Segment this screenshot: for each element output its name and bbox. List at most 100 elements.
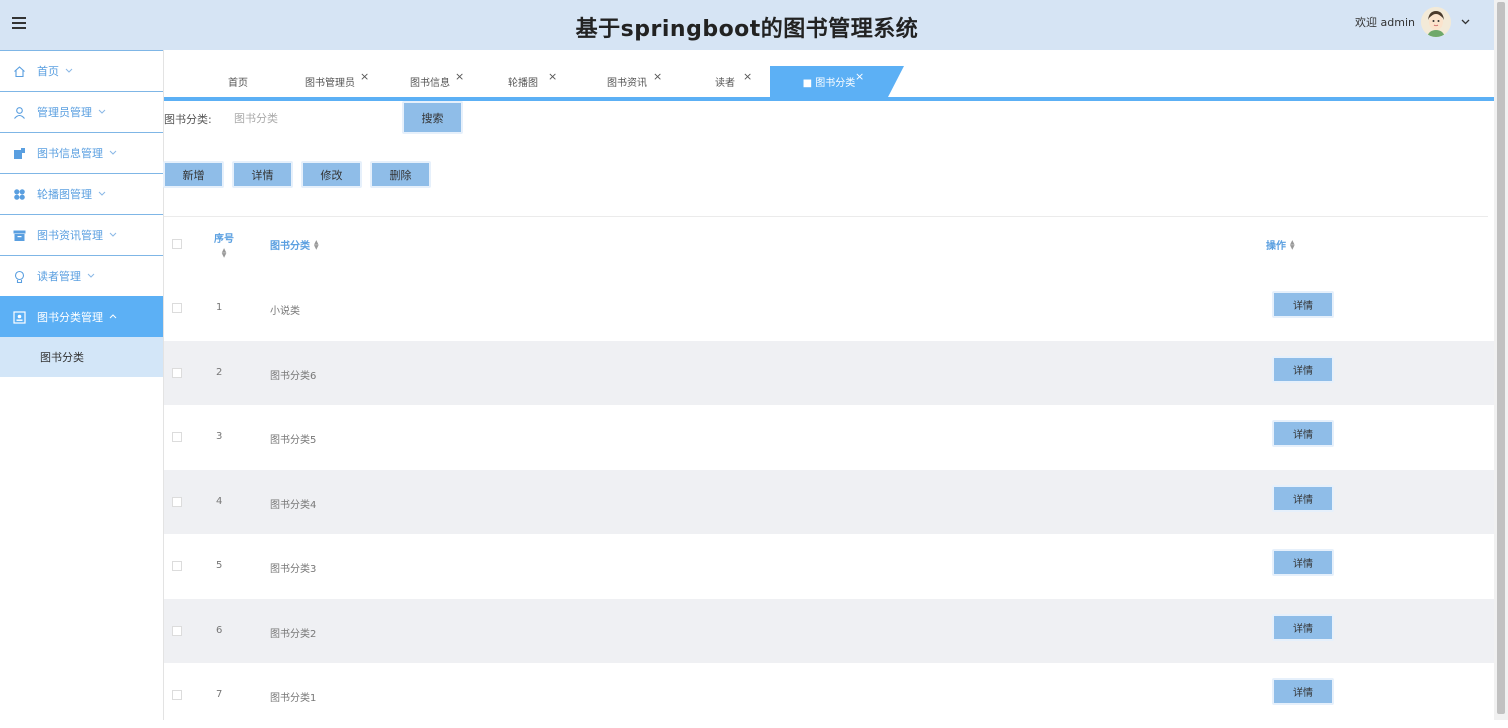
row-category: 图书分类2 (270, 628, 317, 640)
row-checkbox[interactable] (172, 690, 182, 700)
sort-icon[interactable]: ▲ ▼ (222, 248, 227, 259)
sidebar-subitem-book-category[interactable]: 图书分类 (0, 337, 163, 377)
tab-carousel[interactable]: 轮播图 × (498, 66, 557, 97)
table-row: 2 图书分类6 详情 (164, 340, 1494, 405)
column-label: 操作 (1266, 241, 1286, 252)
row-index: 6 (216, 624, 223, 636)
home-icon (13, 65, 26, 78)
row-index: 2 (216, 366, 223, 378)
row-category: 图书分类4 (270, 499, 317, 511)
close-icon[interactable]: × (653, 70, 662, 83)
row-category: 图书分类5 (270, 435, 317, 446)
carousel-icon (13, 188, 26, 201)
sidebar-item-carousel[interactable]: 轮播图管理 (0, 173, 163, 214)
close-icon[interactable]: × (455, 70, 464, 83)
page-scrollbar[interactable] (1494, 0, 1508, 720)
row-checkbox[interactable] (172, 496, 182, 507)
row-index: 5 (216, 560, 223, 571)
chevron-down-icon (65, 66, 73, 76)
row-detail-button[interactable]: 详情 (1272, 420, 1334, 447)
tab-reader[interactable]: 读者 × (704, 66, 752, 97)
sidebar-item-book-info[interactable]: 图书信息管理 (0, 132, 163, 173)
chevron-down-icon (87, 271, 95, 281)
row-checkbox[interactable] (172, 561, 182, 571)
row-checkbox[interactable] (172, 625, 182, 636)
tab-label: ■ 图书分类 (802, 78, 856, 89)
edit-button[interactable]: 修改 (301, 161, 362, 188)
archive-icon (13, 229, 26, 242)
row-category: 图书分类1 (270, 693, 317, 704)
row-detail-button[interactable]: 详情 (1272, 613, 1334, 641)
row-detail-button[interactable]: 详情 (1272, 678, 1334, 705)
column-label: 图书分类 (270, 241, 310, 252)
row-detail-button[interactable]: 详情 (1272, 355, 1334, 383)
sidebar-item-label: 图书资讯管理 (37, 229, 103, 242)
table-header: 序号 ▲ ▼ 图书分类 ▲ ▼ 操作 ▲ ▼ (164, 218, 1494, 276)
column-operation[interactable]: 操作 ▲ ▼ (1266, 237, 1295, 252)
category-table: 序号 ▲ ▼ 图书分类 ▲ ▼ 操作 ▲ ▼ 1 小说类 详情 2 图书分类6 详情 … (164, 218, 1494, 728)
delete-button[interactable]: 删除 (370, 161, 431, 188)
row-category: 小说类 (270, 306, 300, 317)
sidebar-item-book-news[interactable]: 图书资讯管理 (0, 214, 163, 255)
search-label: 图书分类: (164, 113, 212, 126)
chevron-up-icon (109, 312, 117, 322)
tab-book-admin[interactable]: 图书管理员 × (294, 66, 369, 97)
chevron-down-icon (98, 189, 106, 199)
column-label: 序号 (214, 234, 234, 245)
detail-button[interactable]: 详情 (232, 161, 293, 188)
column-index[interactable]: 序号 ▲ ▼ (214, 230, 234, 259)
table-row: 4 图书分类4 详情 (164, 469, 1494, 534)
row-detail-button[interactable]: 详情 (1272, 549, 1334, 576)
sidebar-item-label: 管理员管理 (37, 106, 92, 119)
row-category: 图书分类6 (270, 370, 317, 382)
user-menu[interactable]: 欢迎 admin (1355, 6, 1470, 38)
category-icon (13, 310, 26, 324)
close-icon[interactable]: × (743, 70, 752, 83)
close-icon[interactable]: × (548, 70, 557, 83)
row-detail-button[interactable]: 详情 (1272, 484, 1334, 512)
row-checkbox[interactable] (172, 367, 182, 378)
chevron-down-icon[interactable] (1461, 17, 1470, 28)
row-detail-button[interactable]: 详情 (1272, 291, 1334, 318)
user-icon (13, 106, 26, 119)
app-title: 基于springboot的图书管理系统 (575, 17, 919, 42)
scrollbar-thumb[interactable] (1497, 2, 1505, 714)
tab-bar: 首页 图书管理员 × 图书信息 × 轮播图 × 图书资讯 × 读者 × ■ 图书… (164, 66, 1494, 101)
reader-icon (13, 270, 26, 283)
sidebar-item-admin[interactable]: 管理员管理 (0, 91, 163, 132)
top-bar: 基于springboot的图书管理系统 欢迎 admin (0, 0, 1494, 50)
row-checkbox[interactable] (172, 432, 182, 442)
tab-label: 轮播图 (508, 78, 538, 89)
sidebar-item-home[interactable]: 首页 (0, 50, 163, 91)
search-input[interactable] (226, 104, 396, 132)
sort-icon[interactable]: ▲ ▼ (1290, 239, 1295, 250)
add-button[interactable]: 新增 (163, 161, 224, 188)
sidebar-item-reader[interactable]: 读者管理 (0, 255, 163, 296)
tab-label: 首页 (228, 78, 248, 89)
table-row: 5 图书分类3 详情 (164, 534, 1494, 599)
close-icon[interactable]: × (360, 70, 369, 83)
search-button[interactable]: 搜索 (402, 101, 463, 134)
book-icon (13, 147, 26, 160)
tab-home[interactable]: 首页 (218, 66, 258, 97)
table-row: 7 图书分类1 详情 (164, 663, 1494, 728)
sidebar-item-book-category[interactable]: 图书分类管理 (0, 296, 163, 337)
column-category[interactable]: 图书分类 ▲ ▼ (270, 237, 319, 252)
sort-icon[interactable]: ▲ ▼ (314, 239, 319, 250)
tab-book-news[interactable]: 图书资讯 × (600, 66, 662, 97)
sidebar: 首页 管理员管理 图书信息管理 轮播图管理 图书资讯管理 读者管理 图书分类管理… (0, 50, 164, 720)
row-checkbox[interactable] (172, 303, 182, 313)
avatar[interactable] (1421, 7, 1451, 37)
row-category: 图书分类3 (270, 564, 317, 575)
sidebar-item-label: 图书信息管理 (37, 147, 103, 160)
table-row: 1 小说类 详情 (164, 276, 1494, 341)
table-row: 6 图书分类2 详情 (164, 598, 1494, 663)
select-all-checkbox[interactable] (172, 239, 182, 249)
close-icon[interactable]: × (855, 70, 864, 83)
chevron-down-icon (109, 230, 117, 240)
chevron-down-icon (98, 107, 106, 117)
row-index: 1 (216, 302, 223, 313)
tab-book-category[interactable]: ■ 图书分类 × (770, 66, 888, 97)
tab-label: 图书管理员 (305, 78, 355, 89)
tab-book-info[interactable]: 图书信息 × (402, 66, 464, 97)
